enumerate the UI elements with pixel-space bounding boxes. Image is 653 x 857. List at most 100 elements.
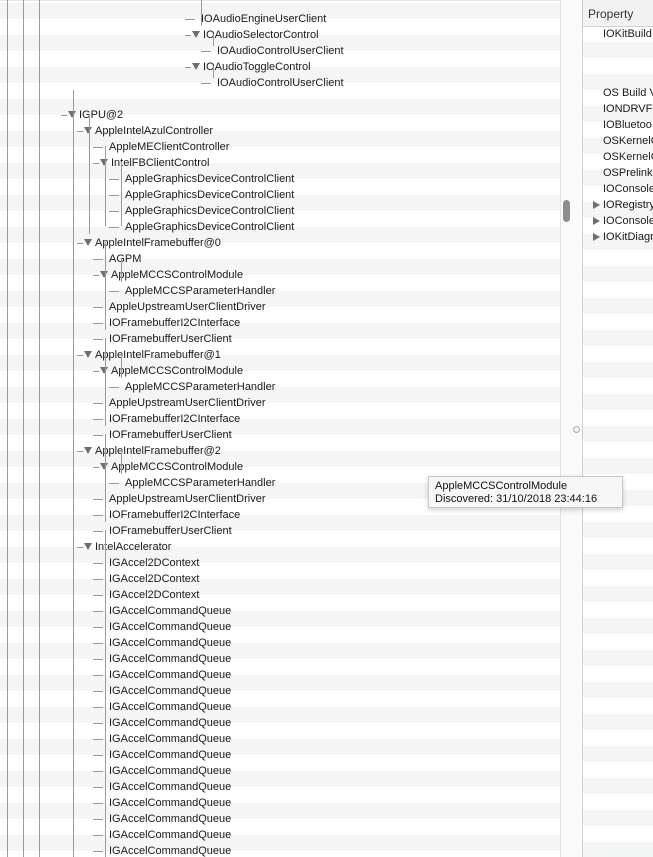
- disclosure-triangle-icon[interactable]: [84, 447, 92, 454]
- tree-node-row[interactable]: IGAccelCommandQueue: [0, 747, 560, 763]
- tree-node-row[interactable]: IGAccel2DContext: [0, 587, 560, 603]
- tree-node-row[interactable]: AppleMCCSParameterHandler: [0, 379, 560, 395]
- tree-node-row[interactable]: IGAccelCommandQueue: [0, 843, 560, 857]
- tree-connector: [93, 467, 99, 468]
- tree-node-label: IGAccelCommandQueue: [109, 669, 232, 681]
- property-row[interactable]: IOConsole: [583, 181, 653, 197]
- tree-node-row[interactable]: AppleIntelFramebuffer@2: [0, 443, 560, 459]
- expand-triangle-icon[interactable]: [593, 233, 600, 241]
- tree-node-row[interactable]: IOFramebufferUserClient: [0, 523, 560, 539]
- tree-connector: [77, 243, 83, 244]
- tree-node-label: IGAccelCommandQueue: [109, 781, 232, 793]
- tree-node-row[interactable]: IOAudioControlUserClient: [0, 75, 560, 91]
- tree-node-label: IGAccel2DContext: [109, 557, 200, 569]
- tree-node-row[interactable]: IGAccelCommandQueue: [0, 827, 560, 843]
- tree-node-row[interactable]: AppleUpstreamUserClientDriver: [0, 299, 560, 315]
- disclosure-triangle-icon[interactable]: [192, 31, 200, 38]
- tree-connector: [93, 499, 103, 500]
- tree-node-row[interactable]: IGAccel2DContext: [0, 555, 560, 571]
- tree-node-row[interactable]: IntelAccelerator: [0, 539, 560, 555]
- tree-node-row[interactable]: IGAccelCommandQueue: [0, 763, 560, 779]
- top-divider: [0, 0, 560, 1]
- tree-node-label: IGAccelCommandQueue: [109, 765, 232, 777]
- tree-node-row[interactable]: IGAccelCommandQueue: [0, 603, 560, 619]
- property-row[interactable]: OSPrelink: [583, 165, 653, 181]
- expand-triangle-icon[interactable]: [593, 201, 600, 209]
- property-row[interactable]: OS Build V: [583, 85, 653, 101]
- property-row[interactable]: IOKitBuild: [583, 26, 653, 42]
- tree-node-row[interactable]: AppleMCCSControlModule: [0, 459, 560, 475]
- tree-scroll-thumb[interactable]: [563, 200, 570, 222]
- property-row[interactable]: IOConsole: [583, 213, 653, 229]
- disclosure-triangle-icon[interactable]: [100, 367, 108, 374]
- tree-node-row[interactable]: IGPU@2: [0, 107, 560, 123]
- registry-tree[interactable]: IOAudioEngineUserClient IOAudioSelectorCo…: [0, 0, 560, 857]
- tree-node-row[interactable]: IGAccelCommandQueue: [0, 811, 560, 827]
- tree-connector: [93, 755, 103, 756]
- property-row[interactable]: IOBluetoo: [583, 117, 653, 133]
- expand-triangle-icon[interactable]: [593, 217, 600, 225]
- tree-node-row[interactable]: AppleIntelFramebuffer@0: [0, 235, 560, 251]
- tree-node-row[interactable]: IGAccelCommandQueue: [0, 651, 560, 667]
- tree-node-row[interactable]: IOFramebufferUserClient: [0, 331, 560, 347]
- tree-node-row[interactable]: IOFramebufferI2CInterface: [0, 411, 560, 427]
- tree-node-row[interactable]: IGAccel2DContext: [0, 571, 560, 587]
- property-row[interactable]: OSKernelC: [583, 133, 653, 149]
- tree-node-label: AppleUpstreamUserClientDriver: [109, 397, 266, 409]
- tree-node-row[interactable]: AppleGraphicsDeviceControlClient: [0, 219, 560, 235]
- tree-node-row[interactable]: AppleGraphicsDeviceControlClient: [0, 203, 560, 219]
- tree-node-row[interactable]: AppleIntelFramebuffer@1: [0, 347, 560, 363]
- property-column-header[interactable]: Property: [583, 0, 653, 27]
- tree-node-row[interactable]: AppleUpstreamUserClientDriver: [0, 395, 560, 411]
- tree-node-row[interactable]: AppleMCCSControlModule: [0, 267, 560, 283]
- disclosure-triangle-icon[interactable]: [84, 543, 92, 550]
- tree-node-row[interactable]: IOAudioSelectorControl: [0, 27, 560, 43]
- disclosure-triangle-icon[interactable]: [100, 271, 108, 278]
- tree-node-row[interactable]: IOAudioToggleControl: [0, 59, 560, 75]
- tree-node-row[interactable]: IGAccelCommandQueue: [0, 619, 560, 635]
- tree-node-row[interactable]: IGAccelCommandQueue: [0, 683, 560, 699]
- property-row-background: [583, 394, 653, 410]
- tree-node-row[interactable]: IOFramebufferI2CInterface: [0, 315, 560, 331]
- tree-node-row[interactable]: AGPM: [0, 251, 560, 267]
- tree-connector: [109, 227, 119, 228]
- disclosure-triangle-icon[interactable]: [100, 463, 108, 470]
- property-key: IONDRVFr: [603, 103, 653, 115]
- tree-node-label: IGAccel2DContext: [109, 589, 200, 601]
- split-view-handle[interactable]: [573, 426, 580, 433]
- tree-node-row[interactable]: IOFramebufferUserClient: [0, 427, 560, 443]
- tree-node-row[interactable]: IOFramebufferI2CInterface: [0, 507, 560, 523]
- tree-node-row[interactable]: IOAudioEngineUserClient: [0, 11, 560, 27]
- tree-node-row[interactable]: IntelFBClientControl: [0, 155, 560, 171]
- tree-node-row[interactable]: IGAccelCommandQueue: [0, 635, 560, 651]
- tree-node-row[interactable]: IGAccelCommandQueue: [0, 779, 560, 795]
- tree-node-row[interactable]: AppleIntelAzulController: [0, 123, 560, 139]
- tree-node-row[interactable]: IOAudioControlUserClient: [0, 43, 560, 59]
- tree-node-row[interactable]: IGAccelCommandQueue: [0, 667, 560, 683]
- property-row[interactable]: IONDRVFr: [583, 101, 653, 117]
- tree-guide-line: [121, 258, 122, 282]
- property-row[interactable]: IORegistry: [583, 197, 653, 213]
- tree-connector: [201, 83, 211, 84]
- disclosure-triangle-icon[interactable]: [100, 159, 108, 166]
- tree-node-row[interactable]: IGAccelCommandQueue: [0, 699, 560, 715]
- tree-node-row[interactable]: AppleMCCSParameterHandler: [0, 283, 560, 299]
- disclosure-triangle-icon[interactable]: [84, 351, 92, 358]
- tree-node-row[interactable]: IGAccelCommandQueue: [0, 731, 560, 747]
- tree-node-row[interactable]: AppleGraphicsDeviceControlClient: [0, 171, 560, 187]
- disclosure-triangle-icon[interactable]: [84, 127, 92, 134]
- tree-node-row[interactable]: IGAccelCommandQueue: [0, 795, 560, 811]
- property-row[interactable]: IOKitDiagn: [583, 229, 653, 245]
- disclosure-triangle-icon[interactable]: [192, 63, 200, 70]
- disclosure-triangle-icon[interactable]: [68, 111, 76, 118]
- tree-node-row[interactable]: IGAccelCommandQueue: [0, 715, 560, 731]
- property-row[interactable]: OSKernelC: [583, 149, 653, 165]
- tree-node-row[interactable]: [0, 91, 560, 107]
- disclosure-triangle-icon[interactable]: [84, 239, 92, 246]
- tree-node-label: IGAccel2DContext: [109, 573, 200, 585]
- properties-pane[interactable]: Property IOKitBuild OS Build V IONDRVFr IOB…: [582, 0, 653, 857]
- tree-node-row[interactable]: AppleGraphicsDeviceControlClient: [0, 187, 560, 203]
- property-row-background: [583, 714, 653, 730]
- tree-node-row[interactable]: AppleMCCSControlModule: [0, 363, 560, 379]
- tree-node-row[interactable]: AppleMEClientController: [0, 139, 560, 155]
